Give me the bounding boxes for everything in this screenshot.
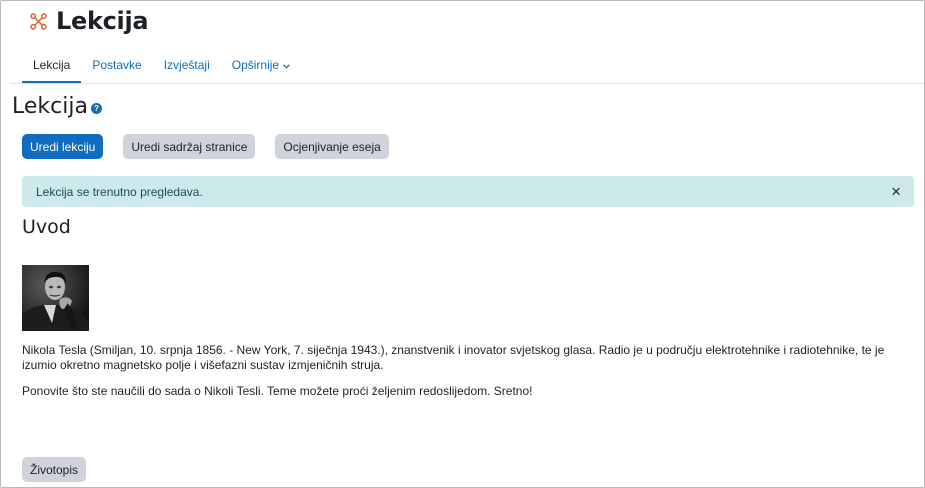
secondary-navigation: Lekcija Postavke Izvještaji Opširnije: [22, 46, 925, 84]
content-heading: Uvod: [22, 216, 71, 238]
alert-message: Lekcija se trenutno pregledava.: [36, 184, 203, 199]
preview-alert: Lekcija se trenutno pregledava. ×: [22, 176, 914, 207]
nav-divider: [10, 83, 924, 84]
edit-lesson-button[interactable]: Uredi lekciju: [22, 134, 104, 159]
lesson-nodes-icon: [30, 12, 47, 30]
action-bar: Uredi lekciju Uredi sadržaj stranice Ocj…: [22, 134, 389, 159]
page-title: Lekcija: [56, 7, 149, 35]
page-header: Lekcija: [30, 6, 149, 36]
portrait-photo: [22, 265, 89, 331]
content-paragraph: Ponovite što ste naučili do sada o Nikol…: [22, 384, 533, 398]
content-paragraph: Nikola Tesla (Smiljan, 10. srpnja 1856. …: [22, 343, 885, 372]
tab-reports[interactable]: Izvještaji: [153, 46, 221, 84]
grade-essays-button[interactable]: Ocjenjivanje eseja: [275, 134, 389, 159]
tab-more-label: Opširnije: [231, 58, 280, 72]
tab-lesson[interactable]: Lekcija: [22, 46, 82, 84]
biography-branch-button[interactable]: Životopis: [22, 457, 87, 482]
activity-header: Lekcija ?: [12, 94, 102, 119]
tab-settings[interactable]: Postavke: [81, 46, 152, 84]
close-icon[interactable]: ×: [891, 183, 901, 200]
chevron-down-icon: [283, 63, 290, 69]
edit-page-content-button[interactable]: Uredi sadržaj stranice: [123, 134, 256, 159]
tab-more[interactable]: Opširnije: [221, 46, 301, 84]
question-circle-icon[interactable]: ?: [90, 102, 102, 114]
activity-title: Lekcija: [12, 94, 88, 119]
